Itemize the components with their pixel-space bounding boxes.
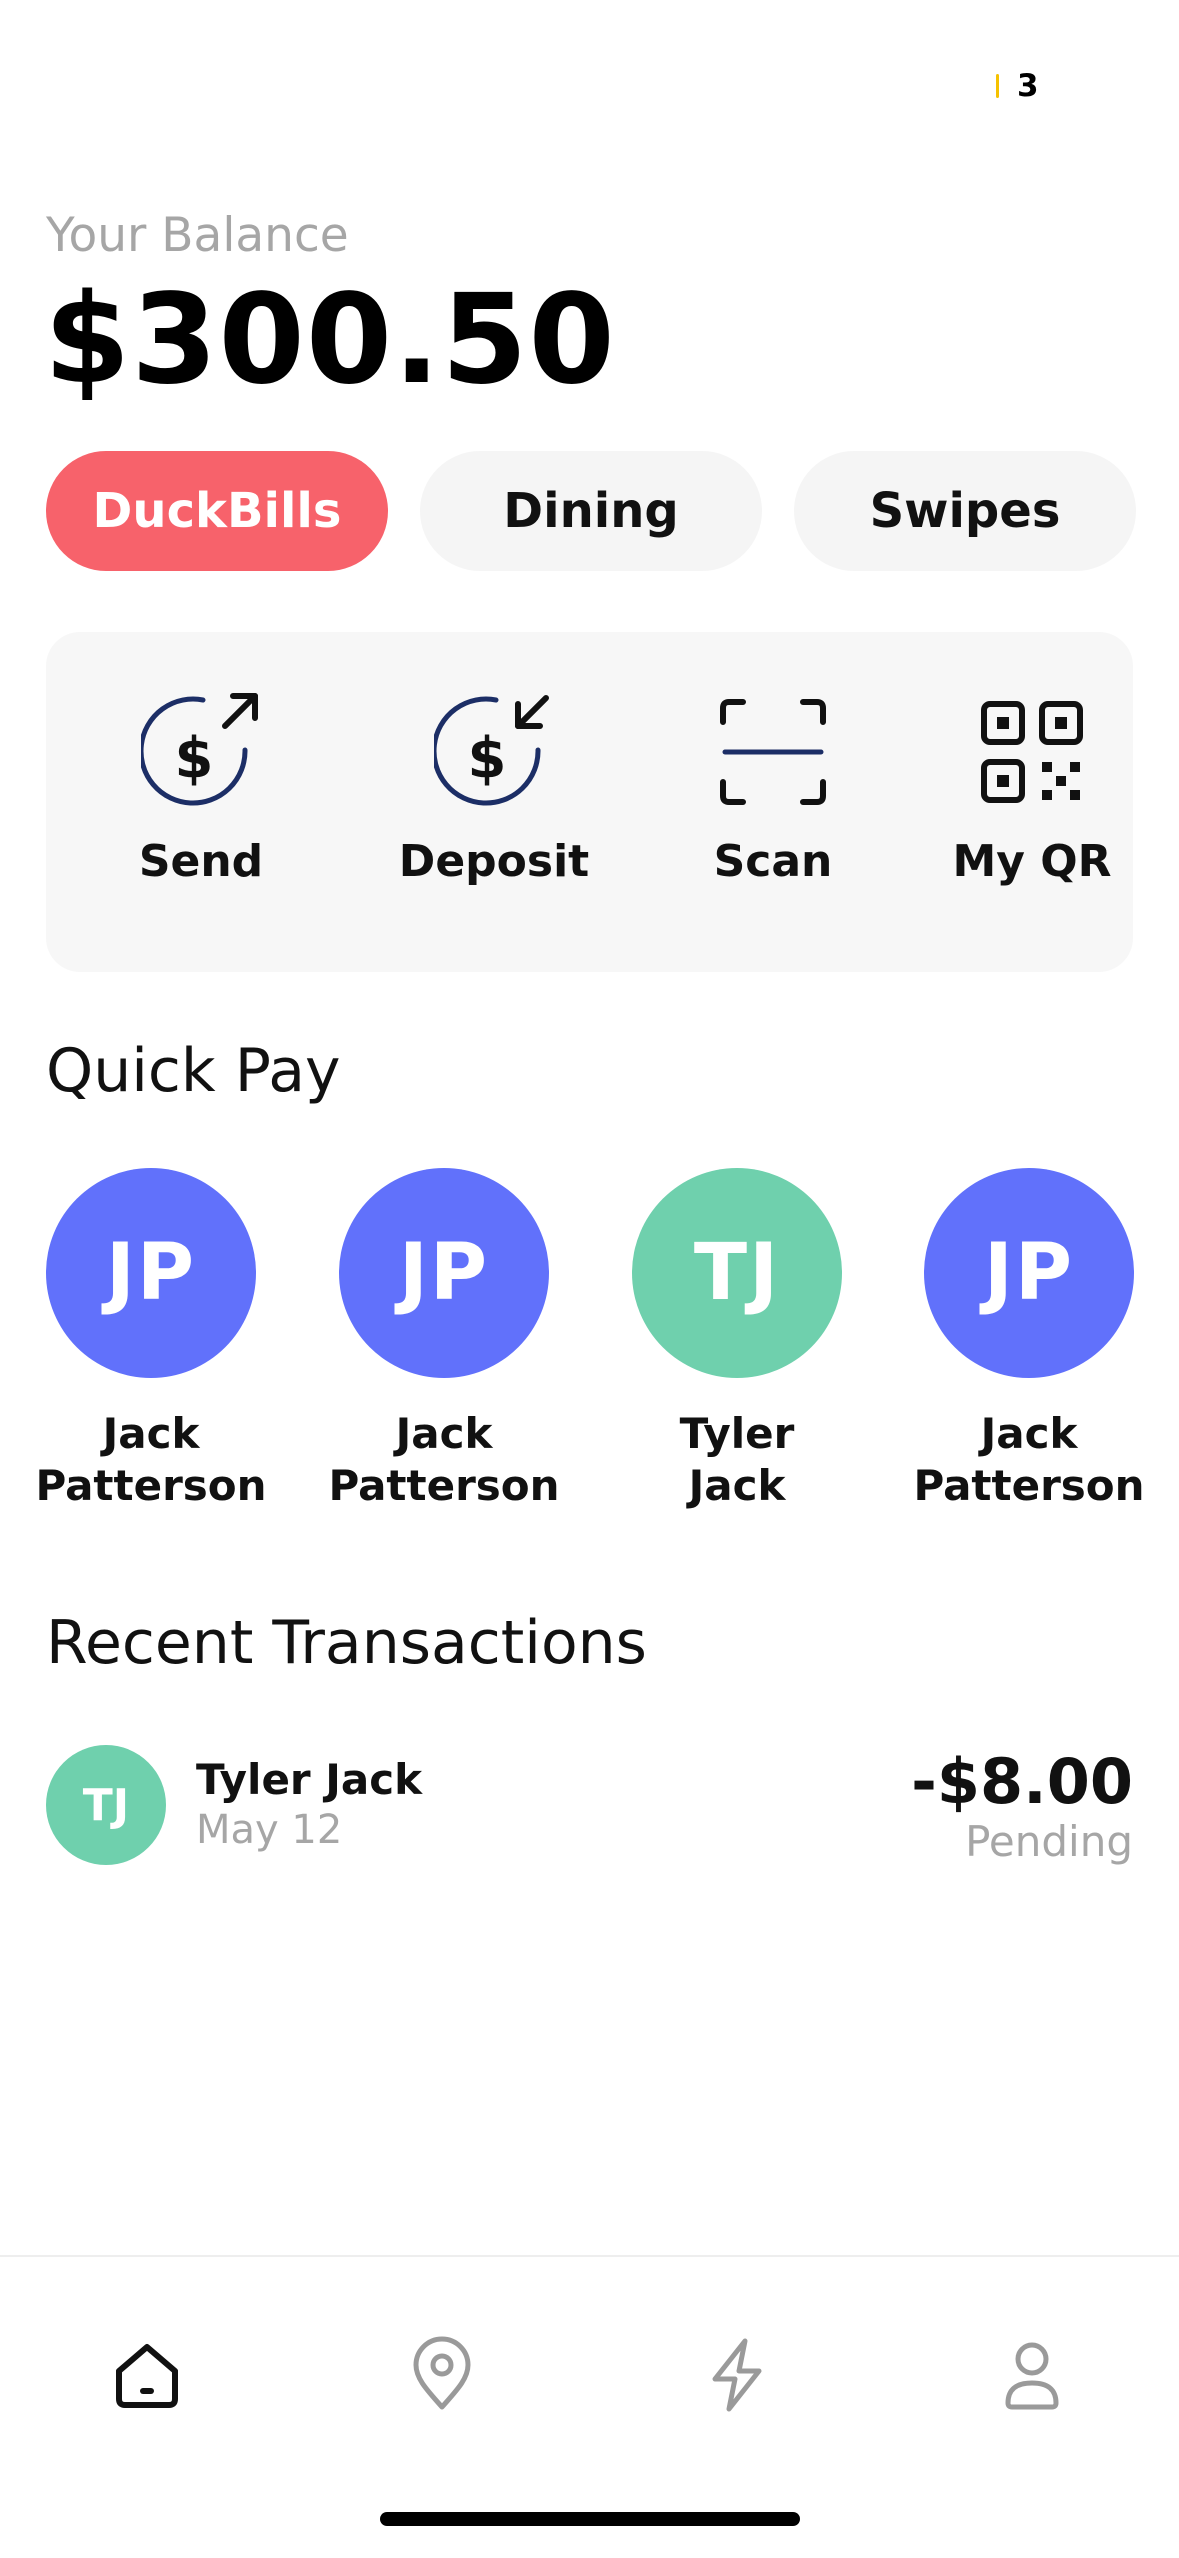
transaction-status: Pending [965,1817,1133,1866]
recent-transactions-title: Recent Transactions [46,1608,647,1678]
avatar: TJ [46,1745,166,1865]
profile-icon [992,2335,1072,2419]
quick-pay-contact[interactable]: JP Jack Patterson [16,1168,286,1512]
send-button[interactable]: $ Send [86,692,316,887]
nav-activity[interactable] [692,2332,782,2422]
dollar-deposit-icon: $ [434,692,554,812]
nav-home[interactable] [102,2332,192,2422]
home-icon [107,2335,187,2419]
balance-label: Your Balance [46,208,349,263]
quick-pay-title: Quick Pay [46,1036,341,1106]
tab-dining[interactable]: Dining [420,451,762,571]
quick-pay-list: JP Jack Patterson JP Jack Patterson TJ T… [35,1168,1145,1528]
location-pin-icon [402,2335,482,2419]
deposit-label: Deposit [398,836,590,887]
status-badge: 3 [996,68,1039,104]
contact-name: Jack Patterson [328,1409,560,1510]
deposit-button[interactable]: $ Deposit [379,692,609,887]
qr-code-icon [972,692,1092,812]
status-count: 3 [1017,68,1039,104]
contact-name: Tyler Jack [679,1409,795,1510]
scan-button[interactable]: Scan [658,692,888,887]
account-tabs: DuckBills Dining Swipes [46,451,1136,571]
send-label: Send [138,836,264,887]
tab-duckbills[interactable]: DuckBills [46,451,388,571]
avatar: JP [339,1168,549,1378]
contact-name: Jack Patterson [35,1409,267,1510]
home-indicator[interactable] [380,2512,800,2526]
lightning-icon [697,2335,777,2419]
avatar: JP [924,1168,1134,1378]
tab-swipes[interactable]: Swipes [794,451,1136,571]
my-qr-label: My QR [952,836,1112,887]
quick-pay-contact[interactable]: TJ Tyler Jack [602,1168,872,1512]
avatar: TJ [632,1168,842,1378]
status-indicator-mark [996,74,999,98]
nav-location[interactable] [397,2332,487,2422]
quick-pay-contact[interactable]: JP Jack Patterson [894,1168,1164,1512]
balance-value: $300.50 [44,268,616,412]
quick-pay-contact[interactable]: JP Jack Patterson [309,1168,579,1512]
contact-name: Jack Patterson [913,1409,1145,1510]
transaction-date: May 12 [196,1807,343,1853]
dollar-send-icon: $ [141,692,261,812]
scan-label: Scan [713,836,833,887]
svg-text:$: $ [468,726,507,791]
actions-card: $ Send $ Deposit Scan My QR [46,632,1133,972]
nav-profile[interactable] [987,2332,1077,2422]
scan-icon [713,692,833,812]
transaction-name: Tyler Jack [196,1755,423,1804]
my-qr-button[interactable]: My QR [917,692,1147,887]
transaction-amount: -$8.00 [911,1745,1133,1818]
transaction-row[interactable]: TJ Tyler Jack May 12 -$8.00 Pending [46,1745,1133,1867]
svg-text:$: $ [175,726,214,791]
avatar: JP [46,1168,256,1378]
